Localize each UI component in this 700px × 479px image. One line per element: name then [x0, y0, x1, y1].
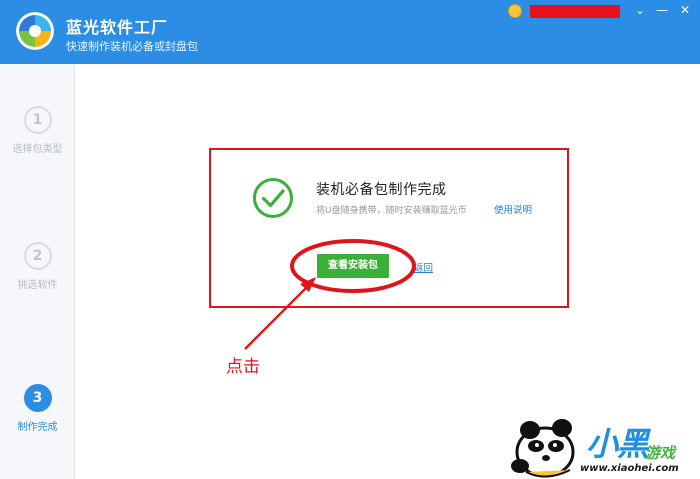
app-title: 蓝光软件工厂	[66, 18, 169, 37]
step-number: 2	[23, 242, 52, 270]
result-title: 装机必备包制作完成	[316, 182, 447, 198]
help-link[interactable]: 使用说明	[494, 202, 532, 216]
redacted-username[interactable]	[530, 5, 620, 18]
watermark-brand-sub: 游戏	[645, 444, 676, 462]
step-number: 3	[23, 384, 52, 412]
close-button[interactable]: ✕	[676, 2, 694, 18]
step-label: 制作完成	[17, 422, 58, 433]
view-package-button[interactable]: 查看安装包	[317, 254, 389, 278]
click-annotation-text: 点击	[226, 357, 260, 377]
step-label: 挑选软件	[17, 280, 58, 291]
watermark-brand: 小黑	[585, 424, 650, 464]
watermark-url: www.xiaohei.com	[580, 463, 679, 474]
minimize-button[interactable]: —	[653, 2, 671, 18]
menu-icon[interactable]: ⌄	[631, 2, 649, 18]
app-logo-icon	[16, 12, 54, 50]
step-complete: 3 制作完成	[0, 384, 75, 433]
checkmark-icon	[252, 177, 294, 219]
annotation-highlight-box	[209, 148, 569, 308]
coin-icon[interactable]	[508, 4, 522, 18]
step-select-type: 1 选择包类型	[0, 106, 75, 155]
step-label: 选择包类型	[12, 144, 63, 155]
app-subtitle: 快速制作装机必备或封盘包	[66, 40, 198, 53]
result-subtitle: 将U盘随身携带，随时安装赚取蓝光币	[316, 206, 467, 216]
app-header: 蓝光软件工厂 快速制作装机必备或封盘包 ⌄ — ✕	[0, 0, 700, 64]
step-pick-software: 2 挑选软件	[0, 242, 75, 291]
steps-sidebar: 1 选择包类型 2 挑选软件 3 制作完成	[0, 64, 75, 479]
step-number: 1	[23, 106, 52, 134]
back-link[interactable]: 返回	[414, 260, 433, 274]
